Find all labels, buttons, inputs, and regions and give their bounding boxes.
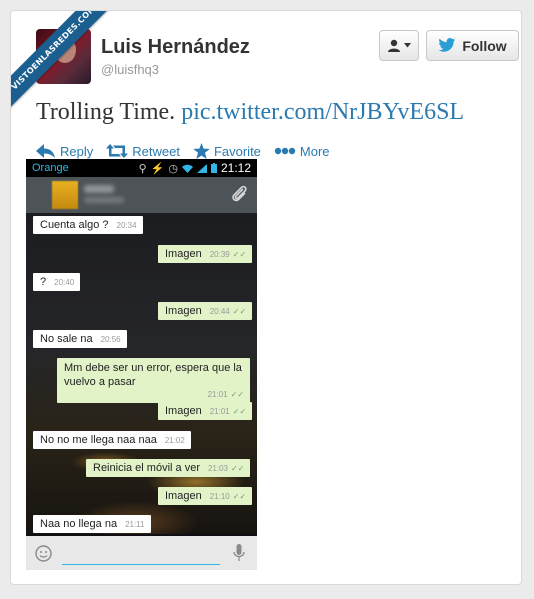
message-text: Mm debe ser un error, espera que la vuel…: [64, 362, 242, 388]
read-ticks-icon: ✓✓: [231, 464, 245, 473]
message-text: Naa no llega na: [40, 518, 118, 530]
user-name[interactable]: Luis Hernández: [101, 36, 250, 59]
message-time: 20:44: [209, 307, 230, 316]
message-text: No sale na: [40, 333, 93, 345]
message-bubble[interactable]: Imagen 21:10 ✓✓: [158, 487, 253, 505]
message-time: 21:10: [209, 492, 230, 501]
message-bubble[interactable]: No no me llega naa naa 21:02: [33, 431, 191, 449]
message-time: 21:03: [207, 464, 229, 473]
read-ticks-icon: ✓✓: [232, 492, 247, 501]
message-input-bar: [26, 536, 257, 570]
message-bubble[interactable]: Imagen 21:01 ✓✓: [158, 402, 253, 420]
message-bubble[interactable]: Mm debe ser un error, espera que la vuel…: [57, 358, 250, 403]
message-text: Cuenta algo ?: [40, 219, 109, 231]
read-ticks-icon: ✓✓: [232, 407, 247, 416]
contact-avatar[interactable]: [52, 181, 78, 209]
user-icon: [388, 39, 400, 52]
paperclip-icon[interactable]: [231, 185, 249, 205]
message-text: Imagen: [165, 490, 202, 502]
message-text: Imagen: [165, 248, 202, 260]
battery-icon: [210, 163, 217, 173]
more-label: More: [299, 143, 330, 159]
more-dots-icon: [274, 147, 296, 155]
tweet-actions: Reply Retweet Favorite More: [36, 141, 343, 161]
microphone-icon[interactable]: [233, 544, 245, 562]
watermark-text: VISTOENLASREDES.COM: [11, 11, 121, 116]
follow-button[interactable]: Follow: [426, 30, 519, 61]
reply-label: Reply: [60, 143, 94, 159]
message-time: 21:11: [125, 520, 145, 529]
reply-button[interactable]: Reply: [36, 144, 93, 159]
read-ticks-icon: ✓✓: [232, 250, 247, 259]
more-button[interactable]: More: [274, 144, 330, 159]
read-ticks-icon: ✓✓: [232, 307, 247, 316]
read-ticks-icon: ✓✓: [230, 390, 244, 399]
follow-label: Follow: [462, 37, 507, 54]
caret-down-icon: [404, 43, 411, 48]
message-bubble[interactable]: No sale na 20:56: [33, 330, 127, 348]
message-text: Imagen: [165, 305, 202, 317]
retweet-label: Retweet: [132, 143, 180, 159]
message-text: Reinicia el móvil a ver: [93, 462, 200, 474]
favorite-label: Favorite: [213, 143, 261, 159]
message-bubble[interactable]: Naa no llega na 21:11: [33, 515, 151, 533]
carrier-name: Orange: [32, 162, 69, 174]
retweet-icon: [106, 144, 129, 158]
message-text: Imagen: [165, 405, 202, 417]
alarm-icon: ◷: [168, 162, 178, 175]
location-icon: ⚲: [138, 162, 147, 175]
message-time: 20:40: [54, 278, 75, 287]
twitter-bird-icon: [438, 38, 456, 52]
tweet-link[interactable]: pic.twitter.com/NrJBYvE6SL: [181, 99, 464, 125]
favorite-button[interactable]: Favorite: [193, 143, 261, 159]
watermark-ribbon: VISTOENLASREDES.COM: [11, 11, 121, 121]
message-text: ?: [40, 276, 47, 288]
status-time: 21:12: [220, 161, 251, 175]
message-bubble[interactable]: Reinicia el móvil a ver 21:03 ✓✓: [86, 459, 251, 477]
message-time: 20:34: [116, 221, 137, 230]
contact-status-blurred: [84, 197, 124, 203]
message-bubble[interactable]: ? 20:40: [33, 273, 81, 291]
status-bar: Orange ⚲ ⚡ ◷ 21:12: [26, 159, 257, 177]
message-bubble[interactable]: Imagen 20:39 ✓✓: [158, 245, 253, 263]
message-text: No no me llega naa naa: [40, 434, 157, 446]
message-time: 21:02: [164, 436, 185, 445]
attached-screenshot[interactable]: Orange ⚲ ⚡ ◷ 21:12 Cuenta algo ? 20:34 Im…: [26, 159, 257, 570]
message-bubble[interactable]: Imagen 20:44 ✓✓: [158, 302, 253, 320]
smiley-icon[interactable]: [35, 545, 52, 562]
message-bubble[interactable]: Cuenta algo ? 20:34: [33, 216, 143, 234]
message-time: 20:56: [100, 335, 121, 344]
message-time: 20:39: [209, 250, 230, 259]
chat-header: [26, 177, 257, 213]
activity-icon: ⚡: [150, 162, 165, 175]
message-time: 21:01: [207, 390, 228, 399]
reply-icon: [36, 144, 55, 158]
star-icon: [193, 143, 210, 159]
status-icons: ⚲ ⚡ ◷ 21:12: [139, 161, 251, 175]
contact-name-blurred: [84, 185, 114, 193]
message-time: 21:01: [209, 407, 230, 416]
retweet-button[interactable]: Retweet: [106, 144, 180, 159]
message-input[interactable]: [62, 564, 220, 565]
signal-icon: [196, 163, 207, 173]
user-actions-button[interactable]: [379, 30, 419, 61]
wifi-icon: [181, 164, 193, 173]
